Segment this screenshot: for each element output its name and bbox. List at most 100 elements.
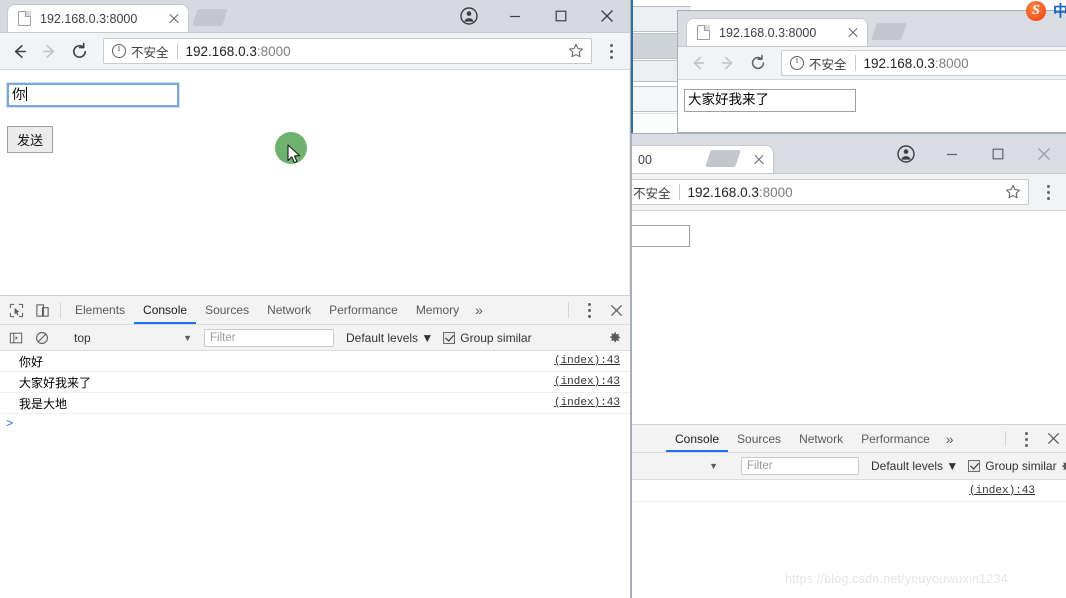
browser-menu-button[interactable] [1035, 178, 1061, 206]
tab-title: 192.168.0.3:8000 [40, 11, 138, 26]
devtools-settings-gear-icon[interactable] [604, 328, 624, 348]
address-bar-third[interactable]: 不安全 192.168.0.3:8000 [632, 179, 1029, 205]
address-bar-url: 192.168.0.3:8000 [186, 44, 567, 59]
window-maximize-button[interactable] [975, 134, 1021, 174]
message-input-third[interactable] [632, 225, 690, 247]
reload-button-icon[interactable] [744, 49, 772, 77]
bookmark-star-icon[interactable] [1004, 183, 1022, 201]
console-log-row[interactable]: 你好 (index):43 [0, 351, 630, 372]
tab-close-icon[interactable] [751, 152, 767, 168]
devtools-menu-button[interactable] [576, 296, 602, 325]
forward-button-icon[interactable] [714, 49, 742, 77]
browser-tab-main[interactable]: 192.168.0.3:8000 [7, 4, 189, 32]
device-toolbar-icon[interactable] [29, 296, 55, 324]
console-log-levels-dropdown[interactable]: Default levels ▼ [346, 331, 433, 345]
devtools-tab-console[interactable]: Console [666, 425, 728, 452]
send-button-main[interactable]: 发送 [7, 126, 54, 153]
titlebar-main: 192.168.0.3:8000 [0, 0, 630, 33]
site-security-indicator[interactable]: 不安全 [112, 42, 169, 61]
group-similar-toggle[interactable]: Group similar [968, 459, 1057, 473]
message-input-second[interactable]: 大家好我来了 [684, 89, 856, 112]
address-bar-second[interactable]: 不安全 192.168.0.3:8000 [781, 50, 1066, 76]
console-context-selector[interactable]: ▼ [636, 461, 724, 471]
menu-dot [1046, 196, 1050, 200]
console-log-source-link[interactable]: (index):43 [554, 355, 620, 367]
console-filter-input[interactable]: Filter [741, 457, 859, 475]
devtools-tab-label: Console [143, 303, 188, 317]
blog-watermark: https://blog.csdn.net/youyouwuxin1234 [785, 572, 1008, 586]
clear-console-icon[interactable] [29, 331, 55, 345]
console-log-source-link[interactable]: (index):43 [554, 376, 620, 388]
devtools-menu-button[interactable] [1013, 425, 1039, 453]
back-button-icon[interactable] [5, 37, 33, 65]
console-filter-input[interactable]: Filter [204, 328, 334, 347]
page-favicon-icon [18, 11, 31, 26]
devtools-close-button[interactable] [602, 296, 630, 324]
devtools-settings-gear-icon[interactable] [1057, 456, 1066, 476]
ime-tray-indicator[interactable]: S 中 [1026, 0, 1066, 21]
new-tab-button[interactable] [192, 9, 228, 26]
devtools-tab-network[interactable]: Network [790, 425, 852, 452]
devtools-tab-label: Console [675, 431, 720, 446]
ime-mode-label[interactable]: 中 [1053, 0, 1066, 21]
window-close-button[interactable] [584, 0, 630, 33]
more-tabs-label: » [475, 302, 483, 318]
new-tab-button[interactable] [871, 23, 907, 40]
devtools-more-tabs-button[interactable]: » [468, 296, 490, 324]
devtools-close-button[interactable] [1039, 425, 1066, 452]
devtools-tab-performance[interactable]: Performance [852, 425, 939, 452]
message-input-value: 大家好我来了 [688, 92, 769, 107]
url-port: :8000 [934, 55, 969, 71]
devtools-tab-memory[interactable]: Memory [407, 296, 468, 324]
inspect-element-icon[interactable] [3, 296, 29, 324]
devtools-tab-network[interactable]: Network [258, 296, 320, 324]
window-close-button[interactable] [1021, 134, 1066, 174]
profile-avatar-icon[interactable] [446, 0, 492, 33]
devtools-tab-elements[interactable]: Elements [66, 296, 134, 324]
forward-button-icon[interactable] [35, 37, 63, 65]
group-similar-checkbox[interactable] [968, 460, 981, 472]
group-similar-label: Group similar [985, 459, 1057, 473]
devtools-tab-console[interactable]: Console [134, 296, 196, 324]
devtools-tab-label: Network [267, 303, 312, 317]
console-message-list-main[interactable]: 你好 (index):43 大家好我来了 (index):43 我是大地 (in… [0, 351, 630, 598]
console-log-source-link[interactable]: (index):43 [554, 397, 620, 409]
site-security-indicator[interactable]: 不安全 [790, 54, 847, 73]
menu-dot [587, 303, 591, 306]
console-sidebar-toggle-icon[interactable] [3, 331, 29, 345]
console-log-source-link[interactable]: (index):43 [969, 485, 1035, 497]
group-similar-toggle[interactable]: Group similar [443, 331, 532, 345]
prompt-chevron: > [6, 417, 14, 431]
window-minimize-button[interactable] [929, 134, 975, 174]
console-context-selector[interactable]: top ▼ [66, 331, 198, 345]
console-log-row[interactable]: (index):43 [632, 480, 1066, 502]
reload-button-icon[interactable] [65, 37, 93, 65]
bookmark-star-icon[interactable] [567, 42, 585, 60]
devtools-tab-performance[interactable]: Performance [320, 296, 407, 324]
browser-menu-button[interactable] [598, 37, 624, 65]
new-tab-button[interactable] [705, 150, 741, 167]
console-log-row[interactable]: 我是大地 (index):43 [0, 393, 630, 414]
console-input-prompt[interactable]: > [0, 414, 630, 434]
window-maximize-button[interactable] [538, 0, 584, 33]
address-bar-main[interactable]: 不安全 192.168.0.3:8000 [103, 38, 592, 64]
page-scrollbar-rail[interactable] [629, 70, 630, 294]
message-input-main[interactable]: 你 [6, 82, 180, 108]
devtools-tab-sources[interactable]: Sources [728, 425, 790, 452]
devtools-tab-sources[interactable]: Sources [196, 296, 258, 324]
browser-tab-second[interactable]: 192.168.0.3:8000 [686, 18, 868, 46]
sogou-ime-logo-icon[interactable]: S [1026, 0, 1046, 21]
group-similar-checkbox[interactable] [443, 331, 456, 344]
browser-tab-third[interactable]: 00 [632, 145, 774, 173]
profile-avatar-icon[interactable] [883, 134, 929, 174]
message-input-value: 你 [12, 87, 26, 102]
console-log-levels-dropdown[interactable]: Default levels ▼ [871, 459, 958, 473]
tab-close-icon[interactable] [166, 11, 182, 27]
omnibox-separator [176, 43, 178, 59]
ime-logo-letter: S [1032, 2, 1040, 18]
console-log-row[interactable]: 大家好我来了 (index):43 [0, 372, 630, 393]
back-button-icon[interactable] [684, 49, 712, 77]
devtools-more-tabs-button[interactable]: » [939, 425, 961, 452]
tab-close-icon[interactable] [845, 25, 861, 41]
window-minimize-button[interactable] [492, 0, 538, 33]
